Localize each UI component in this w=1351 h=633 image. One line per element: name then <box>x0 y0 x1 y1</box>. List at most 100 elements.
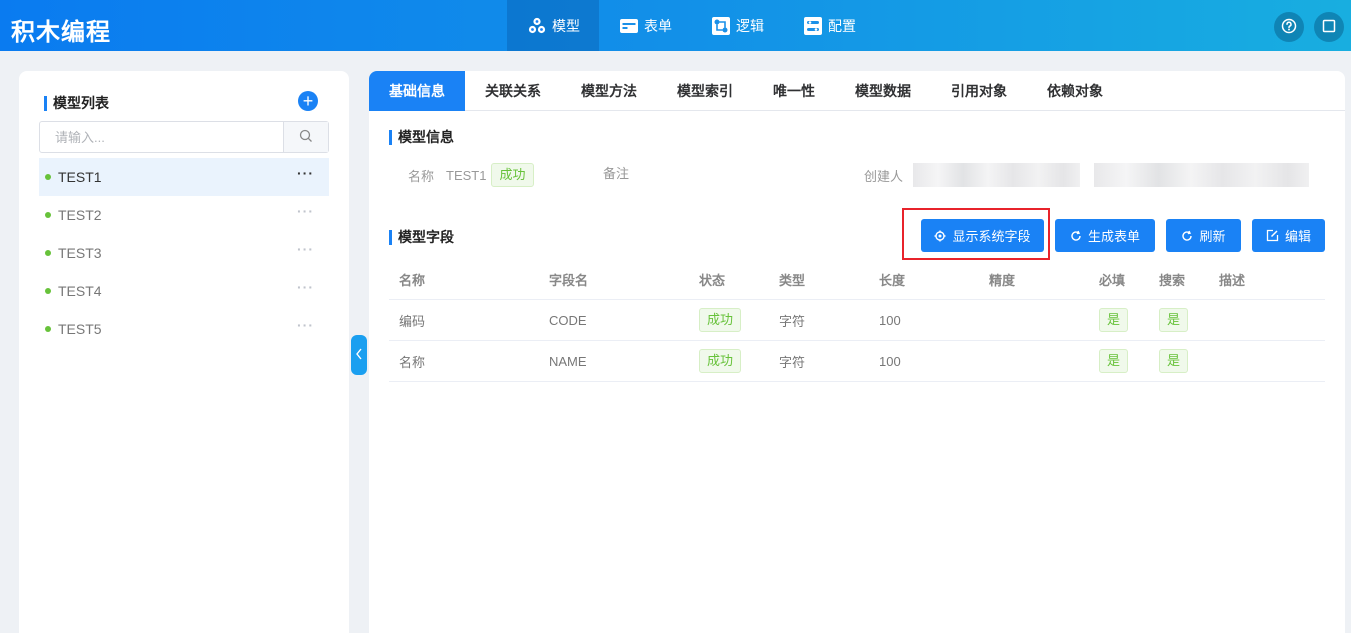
show-system-fields-button[interactable]: 显示系统字段 <box>921 219 1044 252</box>
cell-name: 编码 <box>399 313 426 329</box>
table-row[interactable]: 编码 CODE 成功 字符 100 是 是 <box>389 300 1325 341</box>
more-icon[interactable]: ··· <box>297 204 314 218</box>
refresh-icon <box>1070 230 1082 242</box>
column-header: 长度 <box>879 273 906 288</box>
list-item-label: TEST3 <box>58 245 102 261</box>
chevron-left-icon <box>355 348 363 363</box>
column-header: 状态 <box>699 273 726 288</box>
column-header: 描述 <box>1219 273 1246 288</box>
list-item-label: TEST1 <box>58 169 102 185</box>
status-dot <box>45 326 51 332</box>
refresh-icon <box>1181 230 1193 242</box>
fullscreen-button[interactable] <box>1314 12 1344 42</box>
cell-field: CODE <box>549 312 587 328</box>
tab-model-data[interactable]: 模型数据 <box>835 71 931 111</box>
list-item[interactable]: TEST1 ··· <box>39 158 329 196</box>
tab-relations[interactable]: 关联关系 <box>465 71 561 111</box>
logic-flow-icon <box>711 16 731 36</box>
remark-label: 备注 <box>603 166 630 181</box>
nav-logic[interactable]: 逻辑 <box>691 0 783 51</box>
name-label: 名称 <box>408 168 435 184</box>
cell-name: 名称 <box>399 354 426 370</box>
search-button[interactable] <box>283 122 328 152</box>
nav-config[interactable]: 配置 <box>783 0 875 51</box>
creator-row: 创建人 <box>864 163 1310 187</box>
creator-label: 创建人 <box>864 168 904 184</box>
list-item[interactable]: TEST2 ··· <box>39 196 329 234</box>
model-search <box>39 121 329 153</box>
help-button[interactable] <box>1274 12 1304 42</box>
tab-uniqueness[interactable]: 唯一性 <box>753 71 835 111</box>
model-tree: TEST1 ··· TEST2 ··· TEST3 ··· TEST4 ··· … <box>39 158 329 348</box>
plus-icon: + <box>302 91 314 111</box>
list-item[interactable]: TEST4 ··· <box>39 272 329 310</box>
refresh-button[interactable]: 刷新 <box>1166 219 1241 252</box>
cell-required: 是 <box>1089 349 1149 373</box>
top-nav: 模型 表单 逻辑 配置 <box>507 0 875 51</box>
list-item-label: TEST4 <box>58 283 102 299</box>
more-icon[interactable]: ··· <box>297 242 314 256</box>
nav-config-label: 配置 <box>828 17 856 34</box>
column-header: 搜索 <box>1159 273 1186 288</box>
model-list-title: 模型列表 <box>44 93 109 113</box>
tab-indexes[interactable]: 模型索引 <box>657 71 753 111</box>
list-item[interactable]: TEST3 ··· <box>39 234 329 272</box>
app-header: 积木编程 模型 表单 逻辑 配置 <box>0 0 1351 51</box>
detail-tabs: 基础信息 关联关系 模型方法 模型索引 唯一性 模型数据 引用对象 依赖对象 <box>369 71 1345 111</box>
required-badge: 是 <box>1099 349 1129 373</box>
remark-row: 备注 <box>603 163 629 182</box>
more-icon[interactable]: ··· <box>297 280 314 294</box>
tab-basic-info[interactable]: 基础信息 <box>369 71 465 111</box>
more-icon[interactable]: ··· <box>297 166 314 180</box>
column-header: 类型 <box>779 273 806 288</box>
add-model-button[interactable]: + <box>298 91 318 111</box>
status-dot <box>45 250 51 256</box>
table-row[interactable]: 名称 NAME 成功 字符 100 是 是 <box>389 341 1325 382</box>
column-header: 精度 <box>989 273 1016 288</box>
nav-logic-label: 逻辑 <box>736 17 764 34</box>
created-time-redacted <box>1094 163 1310 187</box>
tab-dependencies[interactable]: 依赖对象 <box>1027 71 1123 111</box>
status-badge: 成功 <box>491 163 534 187</box>
search-input[interactable] <box>40 122 283 152</box>
model-detail-panel: 基础信息 关联关系 模型方法 模型索引 唯一性 模型数据 引用对象 依赖对象 模… <box>369 71 1345 633</box>
tab-references[interactable]: 引用对象 <box>931 71 1027 111</box>
generate-form-button[interactable]: 生成表单 <box>1055 219 1155 252</box>
search-icon <box>299 129 313 146</box>
list-item-label: TEST5 <box>58 321 102 337</box>
list-item[interactable]: TEST5 ··· <box>39 310 329 348</box>
column-header: 名称 <box>399 273 426 288</box>
model-name-row: 名称 TEST1 成功 <box>408 163 534 187</box>
tab-methods[interactable]: 模型方法 <box>561 71 657 111</box>
model-list-panel: 模型列表 + TEST1 ··· TEST2 ··· TEST3 ··· <box>19 71 349 633</box>
list-item-label: TEST2 <box>58 207 102 223</box>
collapse-sidebar-button[interactable] <box>351 335 367 375</box>
cell-field: NAME <box>549 353 587 369</box>
nav-form[interactable]: 表单 <box>599 0 691 51</box>
edit-button[interactable]: 编辑 <box>1252 219 1325 252</box>
cell-search: 是 <box>1149 308 1209 332</box>
cubes-icon <box>527 16 547 36</box>
search-badge: 是 <box>1159 349 1189 373</box>
form-card-icon <box>619 16 639 36</box>
cell-length: 100 <box>879 312 901 328</box>
search-badge: 是 <box>1159 308 1189 332</box>
status-dot <box>45 174 51 180</box>
creator-value-redacted <box>913 163 1081 187</box>
cell-status: 成功 <box>689 349 769 373</box>
more-icon[interactable]: ··· <box>297 318 314 332</box>
cell-search: 是 <box>1149 349 1209 373</box>
nav-model[interactable]: 模型 <box>507 0 599 51</box>
help-icon <box>1281 18 1297 37</box>
cell-length: 100 <box>879 353 901 369</box>
model-fields-title: 模型字段 <box>389 227 454 247</box>
nav-model-label: 模型 <box>552 17 580 34</box>
fields-table: 名称 字段名 状态 类型 长度 精度 必填 搜索 描述 编码 CODE 成功 字… <box>389 260 1325 382</box>
cell-type: 字符 <box>779 354 806 370</box>
cell-type: 字符 <box>779 313 806 329</box>
table-header: 名称 字段名 状态 类型 长度 精度 必填 搜索 描述 <box>389 260 1325 300</box>
model-info-title: 模型信息 <box>389 127 454 147</box>
app-title: 积木编程 <box>11 19 111 46</box>
config-toggle-icon <box>803 16 823 36</box>
status-badge: 成功 <box>699 308 742 332</box>
